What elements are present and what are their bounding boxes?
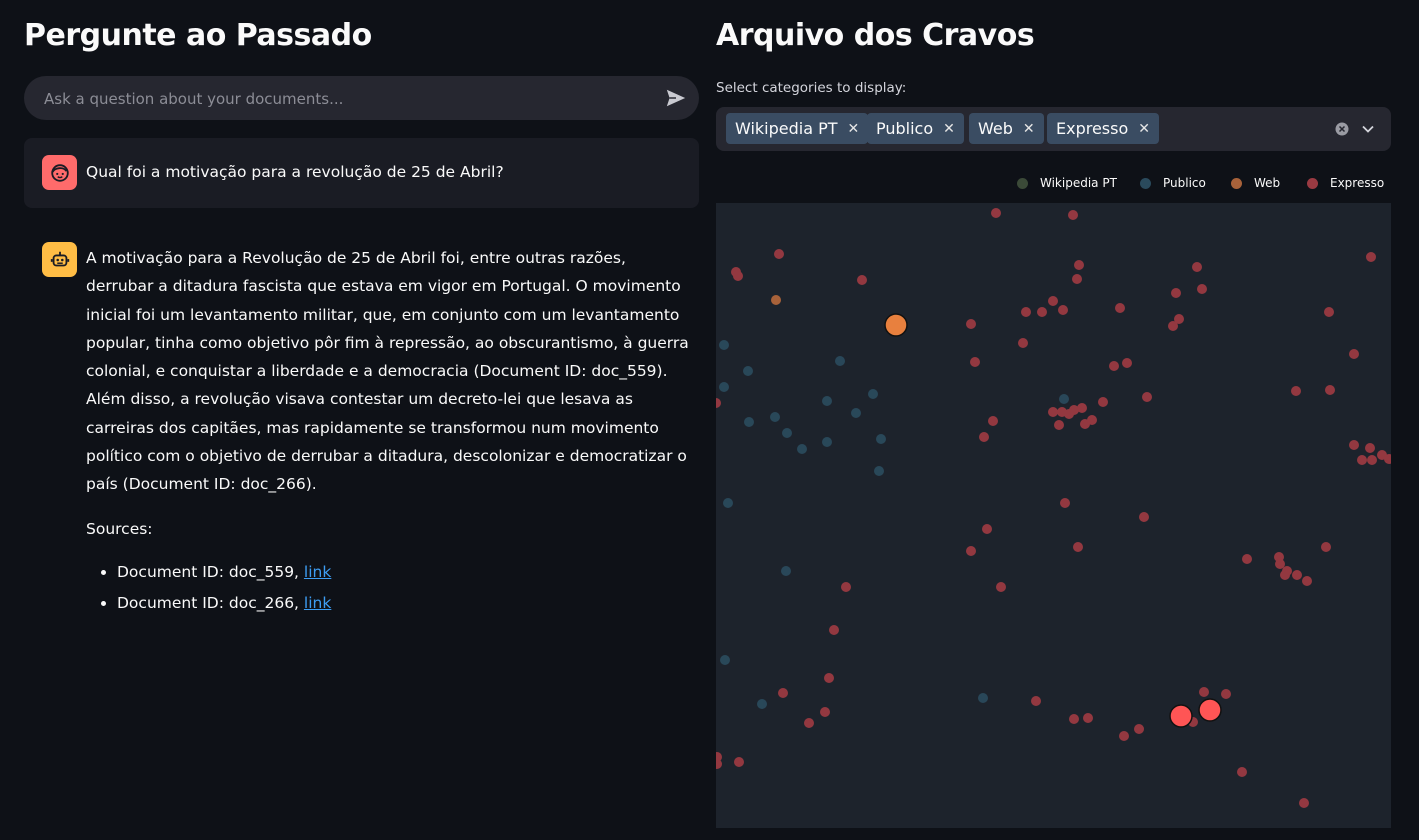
category-select-label: Select categories to display:	[716, 80, 907, 96]
remove-tag-icon[interactable]: ✕	[848, 121, 860, 137]
source-item: Document ID: doc_559, link	[117, 557, 698, 588]
user-message: Qual foi a motivação para a revolução de…	[24, 138, 699, 208]
web-points	[771, 295, 781, 305]
expresso-points	[716, 208, 1391, 808]
legend-item[interactable]: Wikipedia PT	[1017, 176, 1117, 190]
highlight-point-web[interactable]	[884, 313, 908, 337]
category-tag: Web ✕	[969, 113, 1044, 144]
sources-label: Sources:	[86, 519, 153, 538]
chat-input[interactable]	[42, 76, 646, 122]
publico-points	[719, 340, 1069, 709]
chat-column: Pergunte ao Passado Qual foi a motivação…	[24, 0, 699, 840]
legend-marker	[1307, 177, 1318, 189]
plot-legend: Wikipedia PT Publico Web Expresso	[716, 176, 1391, 194]
scatter-plot-canvas[interactable]	[716, 203, 1391, 828]
send-icon[interactable]	[665, 87, 687, 109]
page-title: Pergunte ao Passado	[24, 18, 372, 53]
legend-item[interactable]: Web	[1231, 176, 1280, 190]
chevron-down-icon[interactable]	[1361, 122, 1375, 136]
legend-marker	[1231, 177, 1242, 189]
archive-column: Arquivo dos Cravos Select categories to …	[716, 0, 1391, 840]
source-link[interactable]: link	[304, 563, 331, 581]
assistant-message-text: A motivação para a Revolução de 25 de Ab…	[86, 249, 689, 494]
archive-title: Arquivo dos Cravos	[716, 18, 1035, 53]
category-multiselect[interactable]: Wikipedia PT ✕ Publico ✕ Web ✕ Expresso ✕	[716, 107, 1391, 151]
highlight-point-expresso[interactable]	[1198, 698, 1222, 722]
user-message-text: Qual foi a motivação para a revolução de…	[86, 163, 504, 181]
remove-tag-icon[interactable]: ✕	[1138, 121, 1150, 137]
chat-input-box[interactable]	[24, 76, 699, 122]
assistant-message: A motivação para a Revolução de 25 de Ab…	[86, 244, 698, 619]
scatter-plot[interactable]	[716, 203, 1391, 828]
legend-item[interactable]: Publico	[1140, 176, 1206, 190]
highlight-point-expresso[interactable]	[1169, 704, 1193, 728]
category-tag: Wikipedia PT ✕	[726, 113, 869, 144]
source-item: Document ID: doc_266, link	[117, 588, 698, 619]
legend-item[interactable]: Expresso	[1307, 176, 1384, 190]
clear-all-icon[interactable]	[1335, 122, 1349, 136]
category-tag: Expresso ✕	[1047, 113, 1159, 144]
remove-tag-icon[interactable]: ✕	[943, 121, 955, 137]
legend-marker	[1140, 177, 1151, 189]
sources-list: Document ID: doc_559, link Document ID: …	[86, 557, 698, 619]
source-link[interactable]: link	[304, 594, 331, 612]
category-tag: Publico ✕	[867, 113, 964, 144]
legend-marker	[1017, 177, 1028, 189]
remove-tag-icon[interactable]: ✕	[1023, 121, 1035, 137]
user-avatar-icon	[42, 155, 77, 190]
assistant-avatar-icon	[42, 242, 77, 277]
